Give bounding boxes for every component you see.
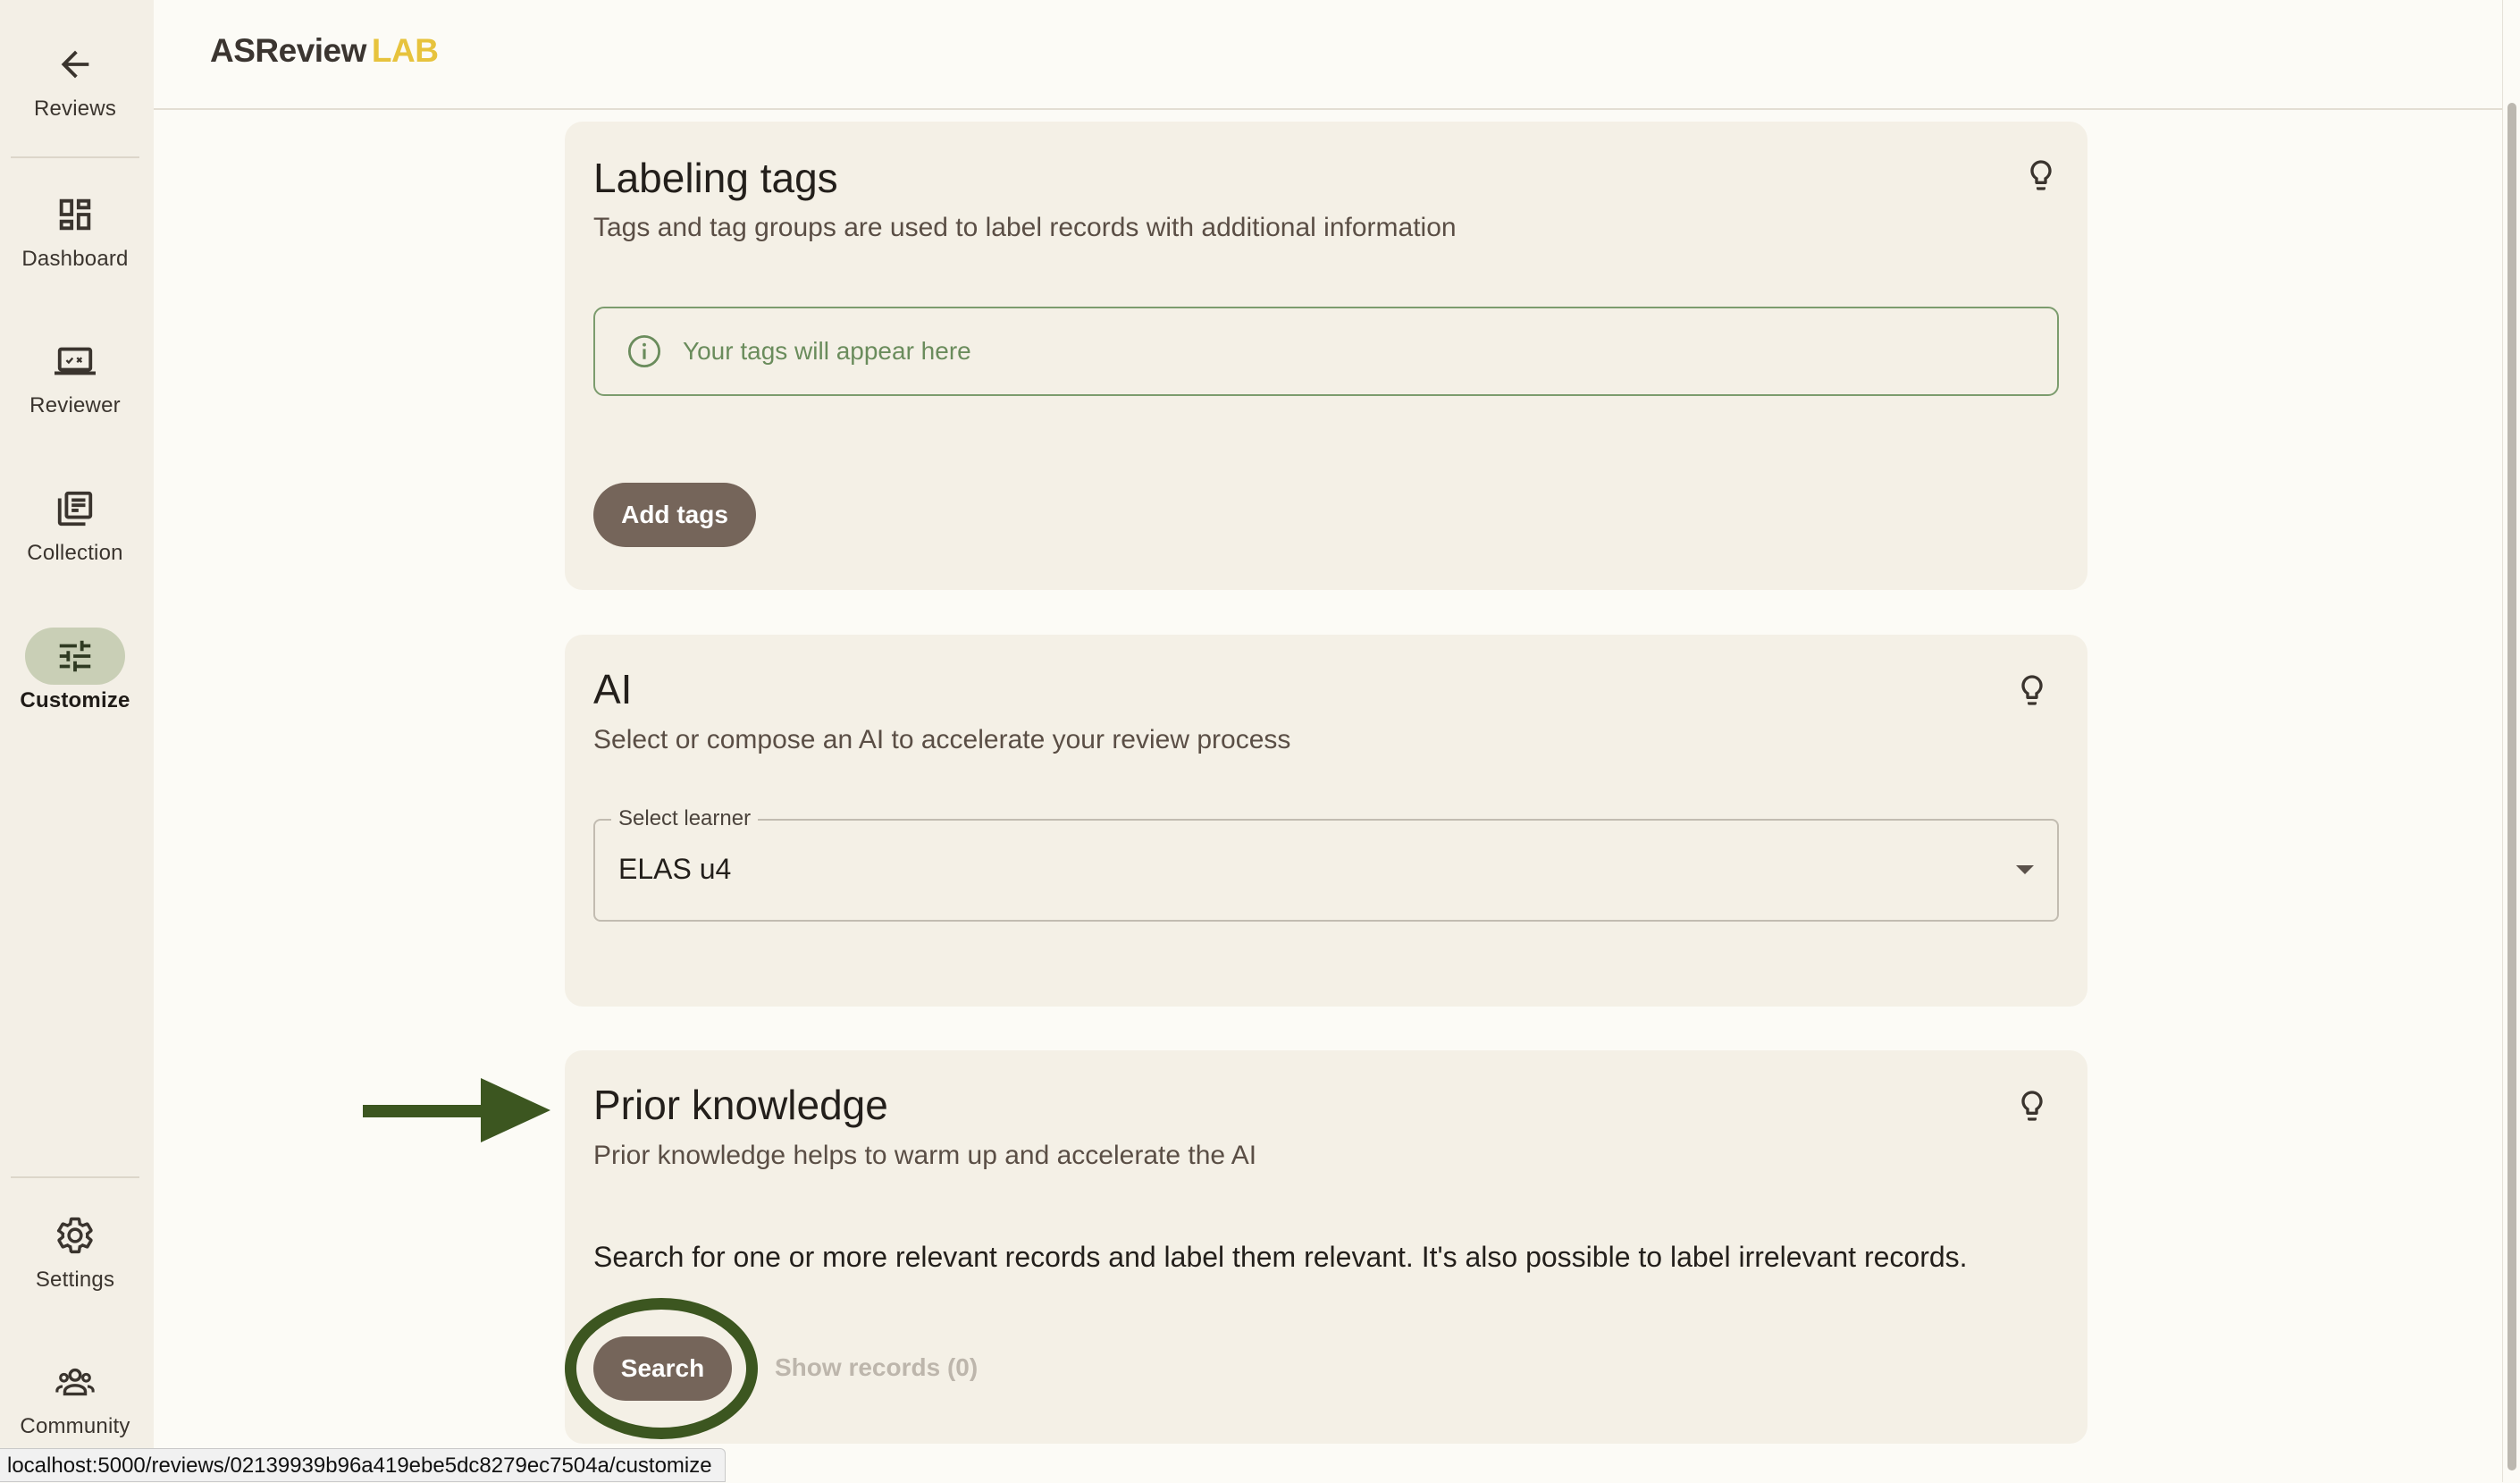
prior-knowledge-description: Search for one or more relevant records … (593, 1241, 1968, 1273)
nav-divider (11, 156, 139, 158)
scrollbar[interactable] (2502, 0, 2520, 1482)
nav-settings[interactable]: Settings (0, 1207, 150, 1293)
nav-dashboard[interactable]: Dashboard (0, 186, 150, 272)
nav-reviewer-label: Reviewer (29, 393, 121, 417)
add-tags-button[interactable]: Add tags (593, 483, 756, 547)
learner-select-value: ELAS u4 (618, 853, 732, 885)
show-records-button[interactable]: Show records (0) (775, 1353, 978, 1382)
collection-icon (25, 480, 125, 537)
tags-info-box: Your tags will appear here (593, 307, 2059, 396)
prior-knowledge-card: Prior knowledge Prior knowledge helps to… (565, 1050, 2087, 1444)
nav-dashboard-label: Dashboard (21, 247, 129, 271)
nav-collection[interactable]: Collection (0, 480, 150, 566)
nav-divider (11, 1176, 139, 1178)
nav-customize-label: Customize (20, 688, 130, 712)
nav-customize[interactable]: Customize (0, 628, 150, 713)
lightbulb-icon[interactable] (2014, 1088, 2050, 1124)
lightbulb-icon[interactable] (2014, 672, 2050, 708)
card-subtitle: Select or compose an AI to accelerate yo… (593, 725, 1291, 754)
nav-reviews-label: Reviews (33, 97, 117, 121)
reviewer-icon (25, 333, 125, 390)
gear-icon (25, 1207, 125, 1264)
nav-community-label: Community (20, 1414, 130, 1438)
learner-select[interactable]: Select learner ELAS u4 (593, 806, 2059, 922)
learner-select-label: Select learner (611, 806, 759, 831)
card-subtitle: Tags and tag groups are used to label re… (593, 213, 1457, 242)
nav-collection-label: Collection (27, 541, 123, 565)
logo-main-text: ASReview (210, 32, 366, 69)
nav-settings-label: Settings (35, 1268, 115, 1292)
logo-lab-text: LAB (371, 32, 439, 69)
search-button[interactable]: Search (593, 1336, 732, 1401)
chevron-down-icon[interactable] (2016, 865, 2034, 874)
status-url-bar: localhost:5000/reviews/02139939b96a419eb… (0, 1448, 726, 1482)
card-title: AI (593, 666, 633, 712)
tags-info-text: Your tags will appear here (683, 337, 971, 365)
annotation-arrow (363, 1078, 550, 1142)
card-title: Labeling tags (593, 155, 838, 201)
lightbulb-icon[interactable] (2023, 157, 2059, 193)
community-icon (25, 1353, 125, 1411)
nav-community[interactable]: Community (0, 1353, 150, 1439)
dashboard-icon (25, 186, 125, 243)
card-subtitle: Prior knowledge helps to warm up and acc… (593, 1141, 1257, 1170)
nav-reviews[interactable]: Reviews (0, 36, 150, 122)
arrow-left-icon (25, 36, 125, 93)
scrollbar-thumb[interactable] (2507, 103, 2516, 1470)
app-logo[interactable]: ASReview LAB (210, 32, 439, 70)
ai-card: AI Select or compose an AI to accelerate… (565, 635, 2087, 1007)
card-title: Prior knowledge (593, 1082, 888, 1128)
tune-icon (25, 628, 125, 685)
app-header: ASReview LAB (154, 0, 2502, 110)
sidebar: Reviews Dashboard Reviewer Collection Cu… (0, 0, 154, 1482)
info-icon (627, 334, 661, 368)
nav-reviewer[interactable]: Reviewer (0, 333, 150, 418)
labeling-tags-card: Labeling tags Tags and tag groups are us… (565, 122, 2087, 590)
